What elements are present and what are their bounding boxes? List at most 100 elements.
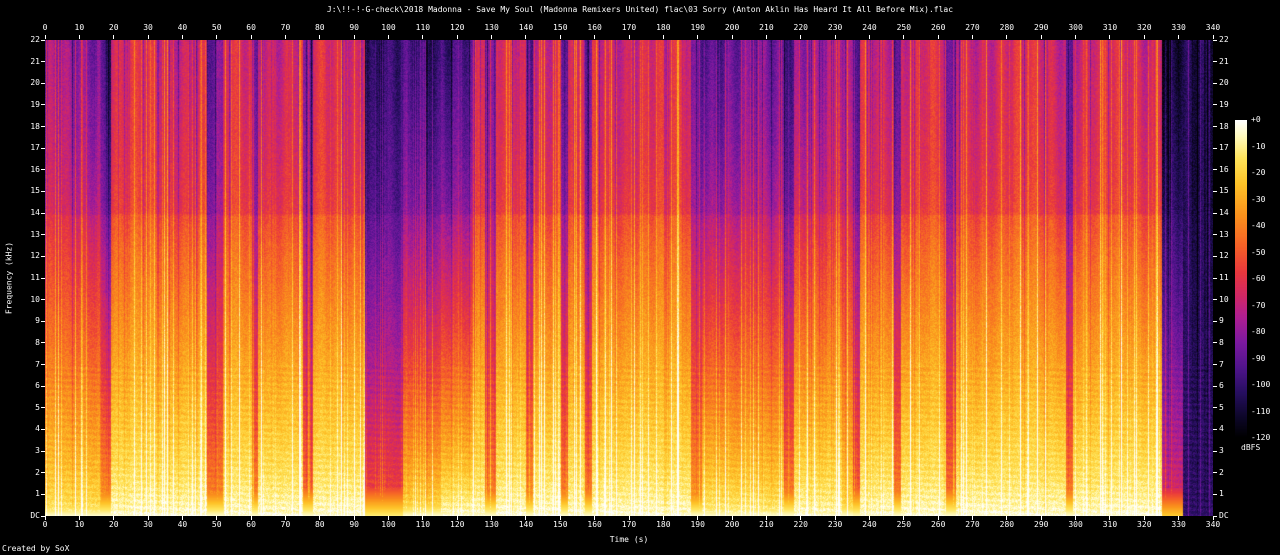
- freq-tick-mark-right: [1213, 190, 1217, 192]
- time-tick-label-top: 180: [656, 23, 671, 32]
- time-tick-mark-bottom: [1040, 516, 1042, 520]
- colorbar-legend: [1235, 120, 1247, 438]
- legend-tick-label: -80: [1251, 327, 1266, 336]
- time-tick-mark-top: [731, 35, 733, 39]
- created-by-credit: Created by SoX: [2, 544, 70, 553]
- time-tick-mark-top: [559, 35, 561, 39]
- freq-tick-mark-right: [1213, 104, 1217, 106]
- freq-tick-label-left: 2: [35, 467, 40, 477]
- time-tick-label-bottom: 160: [587, 520, 602, 529]
- time-tick-label-bottom: 340: [1205, 520, 1221, 529]
- time-tick-mark-bottom: [1075, 516, 1077, 520]
- freq-tick-mark-left: [41, 407, 45, 409]
- freq-tick-mark-left: [41, 515, 45, 517]
- freq-tick-mark-right: [1213, 320, 1217, 322]
- freq-tick-label-left: 15: [30, 186, 40, 196]
- time-tick-mark-bottom: [937, 516, 939, 520]
- freq-tick-mark-left: [41, 472, 45, 474]
- time-tick-label-top: 140: [518, 23, 534, 32]
- time-tick-label-bottom: 290: [1034, 520, 1049, 529]
- time-tick-mark-bottom: [491, 516, 493, 520]
- freq-tick-mark-right: [1213, 364, 1217, 366]
- y-axis-label: Frequency (kHz): [4, 241, 14, 315]
- freq-tick-label-left: 11: [30, 273, 40, 282]
- freq-tick-mark-right: [1213, 428, 1217, 430]
- time-tick-mark-top: [250, 35, 252, 39]
- time-tick-mark-bottom: [662, 516, 664, 520]
- freq-tick-mark-right: [1213, 385, 1217, 387]
- freq-tick-label-left: 6: [35, 381, 40, 391]
- time-tick-label-bottom: 10: [74, 520, 85, 529]
- time-tick-mark-top: [456, 35, 458, 39]
- time-tick-mark-top: [491, 35, 493, 39]
- time-tick-label-top: 0: [42, 23, 48, 32]
- legend-tick-label: -50: [1251, 247, 1266, 257]
- time-tick-mark-top: [800, 35, 802, 39]
- time-tick-mark-bottom: [44, 516, 46, 520]
- time-tick-label-bottom: 310: [1102, 520, 1118, 529]
- freq-tick-mark-left: [41, 190, 45, 192]
- time-tick-mark-bottom: [1143, 516, 1145, 520]
- time-tick-mark-bottom: [834, 516, 836, 520]
- time-tick-label-top: 280: [999, 23, 1015, 32]
- legend-tick-label: -100: [1251, 380, 1271, 389]
- time-tick-label-top: 300: [1068, 23, 1083, 32]
- freq-tick-mark-left: [41, 364, 45, 366]
- time-tick-label-top: 100: [381, 23, 396, 32]
- time-tick-mark-top: [113, 35, 115, 39]
- freq-tick-mark-right: [1213, 61, 1217, 63]
- freq-tick-label-right: 17: [1219, 143, 1229, 153]
- legend-tick-label: -40: [1251, 221, 1266, 230]
- time-tick-mark-top: [181, 35, 183, 39]
- freq-tick-label-right: 4: [1219, 424, 1224, 434]
- time-tick-label-top: 260: [930, 23, 946, 32]
- freq-tick-mark-left: [41, 212, 45, 214]
- time-tick-label-bottom: 200: [724, 520, 740, 529]
- time-tick-mark-top: [422, 35, 424, 39]
- time-tick-label-bottom: 100: [381, 520, 396, 529]
- time-tick-mark-bottom: [628, 516, 630, 520]
- time-tick-mark-top: [1212, 35, 1214, 39]
- time-tick-mark-bottom: [1178, 516, 1180, 520]
- freq-tick-mark-right: [1213, 147, 1217, 149]
- time-tick-label-top: 160: [587, 23, 602, 32]
- time-tick-mark-bottom: [250, 516, 252, 520]
- time-tick-label-top: 210: [759, 23, 774, 32]
- sox-spectrogram-window: J:\!!-!-G-check\2018 Madonna - Save My S…: [0, 0, 1280, 555]
- time-tick-mark-bottom: [903, 516, 905, 520]
- time-tick-mark-bottom: [147, 516, 149, 520]
- freq-tick-label-left: 1: [35, 489, 40, 499]
- legend-tick-label: -120: [1251, 433, 1271, 442]
- time-tick-mark-top: [319, 35, 321, 39]
- time-tick-label-bottom: 190: [690, 520, 705, 529]
- time-tick-label-bottom: 70: [280, 520, 291, 529]
- freq-tick-mark-left: [41, 450, 45, 452]
- time-tick-label-bottom: 110: [415, 520, 431, 529]
- freq-tick-label-left: 14: [30, 208, 40, 218]
- time-tick-label-top: 50: [211, 23, 222, 32]
- freq-tick-mark-left: [41, 493, 45, 495]
- freq-tick-label-left: 16: [30, 164, 40, 174]
- freq-tick-mark-right: [1213, 277, 1217, 279]
- freq-tick-mark-right: [1213, 255, 1217, 257]
- time-tick-mark-top: [44, 35, 46, 39]
- time-tick-mark-bottom: [78, 516, 80, 520]
- freq-tick-mark-left: [41, 255, 45, 257]
- freq-tick-label-left: 4: [35, 424, 40, 434]
- freq-tick-label-left: 8: [35, 337, 40, 347]
- freq-tick-label-left: 12: [30, 251, 40, 261]
- time-tick-label-bottom: 280: [999, 520, 1015, 529]
- freq-tick-mark-right: [1213, 299, 1217, 301]
- spectrogram-canvas: [45, 40, 1213, 516]
- freq-tick-label-left: 19: [30, 99, 40, 109]
- freq-tick-label-right: 20: [1219, 78, 1229, 88]
- time-tick-label-bottom: 270: [965, 520, 980, 529]
- time-tick-label-top: 310: [1102, 23, 1118, 32]
- time-tick-label-top: 130: [484, 23, 499, 32]
- freq-tick-label-right: 5: [1219, 402, 1224, 412]
- freq-tick-mark-right: [1213, 82, 1217, 84]
- time-tick-mark-bottom: [594, 516, 596, 520]
- freq-tick-label-right: 18: [1219, 121, 1229, 131]
- time-tick-label-top: 270: [965, 23, 980, 32]
- time-tick-mark-bottom: [731, 516, 733, 520]
